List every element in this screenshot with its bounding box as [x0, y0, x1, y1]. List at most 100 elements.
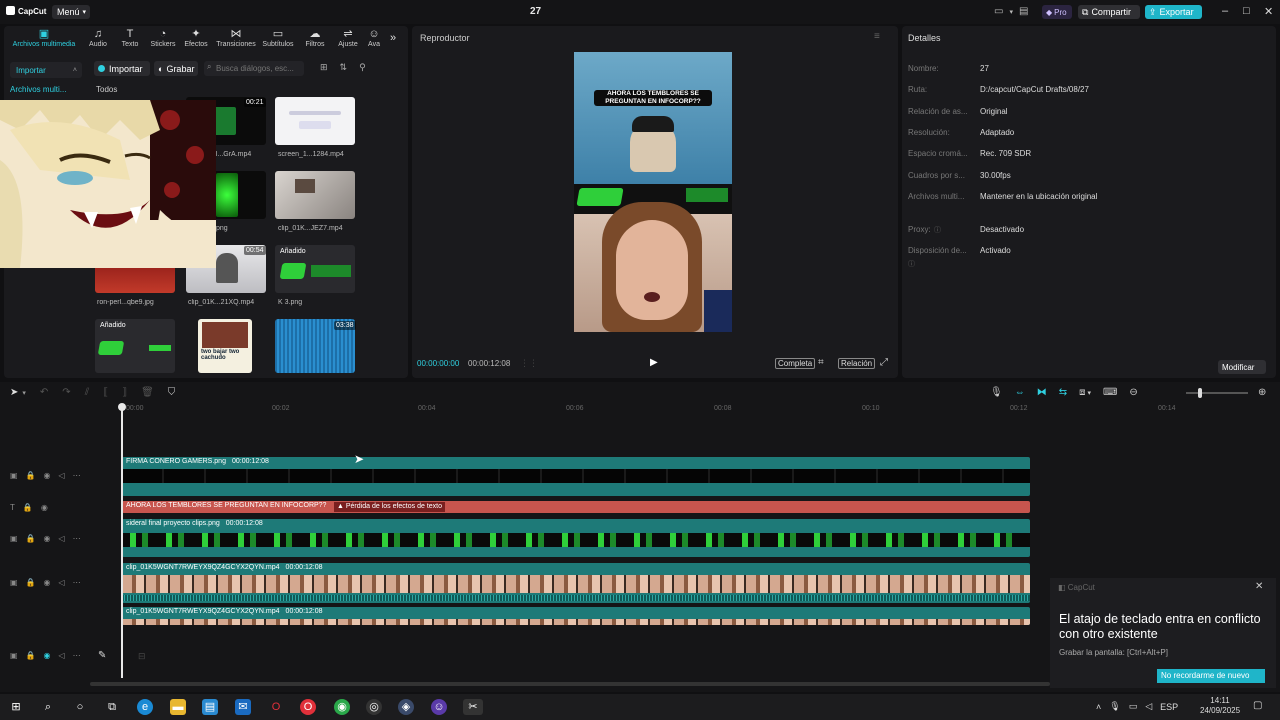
add-track-icon[interactable]: ⊟	[138, 651, 146, 662]
magnet-icon[interactable]: ⧓	[1037, 387, 1047, 398]
obs-icon[interactable]: ◎	[366, 699, 382, 715]
opera-icon[interactable]: O	[268, 699, 284, 715]
import-button[interactable]: Importar	[94, 61, 150, 76]
split-icon[interactable]: ⫽	[85, 387, 89, 398]
chevron-down-icon[interactable]: ▾	[1009, 8, 1013, 16]
track-thumb-icon[interactable]: ▣	[10, 471, 18, 480]
more-icon[interactable]: ⋯	[73, 471, 81, 480]
tool-effects[interactable]: ✦ Efectos	[182, 28, 210, 48]
eye-icon[interactable]: ◉	[44, 471, 51, 480]
filter-funnel-icon[interactable]: ⚲	[359, 62, 366, 73]
track-thumb-icon[interactable]: ▣	[10, 651, 18, 660]
shield-icon[interactable]: ⛉	[168, 387, 176, 398]
track-thumb-icon[interactable]: ▣	[10, 534, 18, 543]
tool-text[interactable]: T Texto	[116, 28, 144, 48]
chrome-icon[interactable]: ◉	[334, 699, 350, 715]
tool-audio[interactable]: ♫ Audio	[84, 28, 112, 48]
share-button[interactable]: ⧉ Compartir	[1078, 5, 1140, 19]
volume-icon[interactable]: ◁	[1145, 701, 1152, 712]
record-button[interactable]: ◐ Grabar	[154, 61, 198, 76]
speaker-icon[interactable]: ◁	[59, 534, 65, 543]
caption-icon[interactable]: ⌨	[1103, 387, 1117, 398]
sidebar-import[interactable]: Importar ˄	[10, 62, 82, 78]
app-icon[interactable]: ◈	[398, 699, 414, 715]
discord-icon[interactable]: ☺	[431, 699, 447, 715]
zoom-slider[interactable]	[1186, 392, 1248, 394]
speaker-icon[interactable]: ◁	[59, 471, 65, 480]
playhead[interactable]	[121, 406, 123, 678]
network-icon[interactable]: ▭	[1129, 701, 1138, 712]
lock-icon[interactable]: 🔒	[26, 578, 36, 587]
clock[interactable]: 14:11 24/09/2025	[1200, 696, 1240, 716]
zoom-in-icon[interactable]: ⊕	[1258, 387, 1266, 398]
zoom-slider-knob[interactable]	[1198, 388, 1202, 398]
lock-icon[interactable]: 🔒	[26, 534, 36, 543]
media-thumb[interactable]	[275, 97, 355, 145]
more-icon[interactable]: ⋯	[73, 651, 81, 660]
export-button[interactable]: ⇪ Exportar	[1145, 5, 1202, 19]
task-view-icon[interactable]: ⧉	[104, 699, 120, 715]
video-preview[interactable]: AHORA LOS TEMBLORES SE PREGUNTAN EN INFO…	[574, 52, 732, 332]
store-icon[interactable]: ▤	[202, 699, 218, 715]
select-cursor-icon[interactable]: ➤	[10, 387, 18, 398]
timeline-scrollbar[interactable]	[90, 682, 1050, 686]
layout-icon[interactable]: ▭	[994, 6, 1003, 17]
close-icon[interactable]: ✕	[1264, 5, 1273, 18]
media-search-input[interactable]	[204, 61, 304, 76]
mail-icon[interactable]: ✉	[235, 699, 251, 715]
timeline-clip-video-2[interactable]: clip_01K5WGNT7RWEYX9QZ4GCYX2QYN.mp4 00:00…	[122, 607, 1030, 625]
pro-button[interactable]: ◆ Pro	[1042, 5, 1072, 19]
eye-icon[interactable]: ◉	[44, 534, 51, 543]
cortana-icon[interactable]: ○	[72, 699, 88, 715]
tool-media[interactable]: ▣ Archivos multimedia	[8, 28, 80, 48]
sidebar-media-files[interactable]: Archivos multi...	[10, 85, 66, 94]
delete-icon[interactable]: 🗑	[141, 387, 154, 398]
eye-icon[interactable]: ◉	[41, 503, 48, 512]
playhead-handle[interactable]	[118, 403, 126, 411]
more-tools-icon[interactable]: »	[390, 32, 396, 44]
language-indicator[interactable]: ESP	[1160, 702, 1178, 712]
all-filter-label[interactable]: Todos	[96, 85, 117, 94]
edit-pencil-icon[interactable]: ✎	[98, 650, 106, 661]
lock-icon[interactable]: 🔒	[26, 471, 36, 480]
eye-icon[interactable]: ◉	[44, 651, 51, 660]
timeline-clip-video-1[interactable]: clip_01K5WGNT7RWEYX9QZ4GCYX2QYN.mp4 00:00…	[122, 563, 1030, 603]
microphone-icon[interactable]: 🎙	[990, 387, 1003, 398]
timeline-clip-text[interactable]: AHORA LOS TEMBLORES SE PREGUNTAN EN INFO…	[122, 501, 1030, 513]
track-thumb-icon[interactable]: ▣	[10, 578, 18, 587]
grid-view-icon[interactable]: ⊞	[320, 62, 328, 73]
link-clips-icon[interactable]: ⇔	[1015, 387, 1025, 398]
close-icon[interactable]: ✕	[1255, 581, 1263, 592]
text-track-icon[interactable]: T	[10, 503, 15, 512]
crop-icon[interactable]: ⌗	[818, 357, 824, 368]
more-icon[interactable]: ⋯	[73, 534, 81, 543]
undo-icon[interactable]: ↶	[40, 387, 48, 398]
split-left-icon[interactable]: ⟦	[103, 387, 108, 398]
fullscreen-icon[interactable]: ⤢	[880, 357, 888, 368]
snap-icon[interactable]: ⇆	[1059, 387, 1067, 398]
file-explorer-icon[interactable]: ▬	[170, 699, 186, 715]
speaker-icon[interactable]: ◁	[59, 651, 65, 660]
maximize-icon[interactable]: □	[1243, 5, 1250, 17]
opera-gx-icon[interactable]: O	[300, 699, 316, 715]
menu-lines-icon[interactable]: ≡	[874, 31, 880, 42]
panel-icon[interactable]: ▤	[1019, 6, 1028, 17]
dont-remind-button[interactable]: No recordarme de nuevo	[1157, 669, 1265, 683]
timeline-clip-sideral[interactable]: sideral final proyecto clips.png 00:00:12…	[122, 519, 1030, 557]
capcut-taskbar-icon[interactable]: ✂	[463, 699, 483, 715]
menu-button[interactable]: Menú ▾	[52, 5, 90, 19]
notification-icon[interactable]: ▢	[1253, 700, 1262, 711]
play-icon[interactable]: ▶	[650, 357, 658, 368]
tool-adjust[interactable]: ⇌ Ajuste	[334, 28, 362, 48]
tool-transitions[interactable]: ⋈ Transiciones	[214, 28, 258, 48]
full-quality-button[interactable]: Completa	[775, 358, 816, 369]
edge-icon[interactable]: e	[137, 699, 153, 715]
tool-subtitles[interactable]: ▭ Subtítulos	[260, 28, 296, 48]
tool-stickers[interactable]: ◔ Stickers	[148, 28, 178, 48]
zoom-out-icon[interactable]: ⊖	[1129, 387, 1137, 398]
chevron-down-icon[interactable]: ▾	[22, 389, 26, 397]
tool-avatar[interactable]: ☺ Ava	[366, 28, 382, 48]
media-thumb[interactable]	[275, 171, 355, 219]
redo-icon[interactable]: ↷	[62, 387, 70, 398]
lock-icon[interactable]: 🔒	[26, 651, 36, 660]
